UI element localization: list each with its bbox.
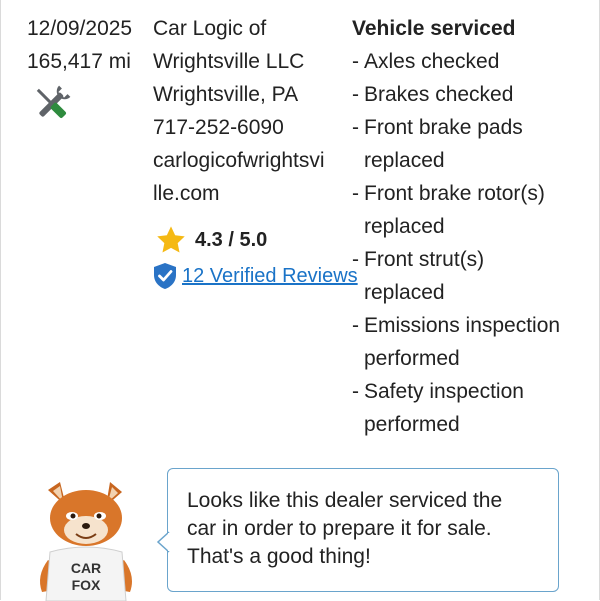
dealer-phone[interactable]: 717-252-6090 (153, 111, 348, 144)
callout-line-3: That's a good thing! (187, 545, 371, 568)
shirt-text-fox: FOX (72, 577, 101, 593)
dealer-website-line-1[interactable]: carlogicofwrightsvi (153, 144, 348, 177)
service-title: Vehicle serviced (352, 17, 516, 40)
service-item: - Emissions inspection performed (352, 314, 561, 370)
service-item: - Axles checked (352, 50, 500, 73)
carfox-mascot: CAR FOX (40, 482, 132, 601)
carfox-callout: Looks like this dealer serviced the car … (156, 468, 559, 592)
shirt-text-car: CAR (71, 560, 101, 576)
service-item: - Front brake pads replaced (352, 116, 523, 172)
verified-reviews[interactable]: 12 Verified Reviews (152, 260, 358, 292)
dealer-website-line-2[interactable]: lle.com (153, 177, 348, 210)
service-date: 12/09/2025 (27, 17, 133, 40)
odometer-reading: 165,417 mi (27, 50, 131, 73)
service-item: - Front strut(s) replaced (352, 248, 485, 304)
service-item: - Front brake rotor(s) replaced (352, 182, 545, 238)
verified-reviews-link[interactable]: 12 Verified Reviews (182, 265, 358, 288)
callout-line-2: car in order to prepare it for sale. (187, 517, 492, 540)
service-item: - Safety inspection performed (352, 380, 524, 436)
dealer-name-line-2: Wrightsville LLC (153, 50, 305, 73)
callout-text: Looks like this dealer serviced the car … (187, 487, 502, 571)
dealer-info-column: Car Logic of Wrightsville LLC Wrightsvil… (153, 12, 348, 210)
star-icon (157, 226, 185, 253)
service-item: - Brakes checked (352, 83, 514, 106)
tools-icon (36, 85, 71, 119)
callout-line-1: Looks like this dealer serviced the (187, 489, 503, 512)
dealer-rating: 4.3 / 5.0 (155, 224, 267, 256)
service-details-column: Vehicle serviced - Axles checked - Brakes … (352, 12, 587, 441)
dealer-name-line-1: Car Logic of (153, 17, 267, 40)
verified-shield-icon (154, 263, 176, 289)
record-date-column: 12/09/2025 165,417 mi (27, 12, 147, 78)
rating-value: 4.3 / 5.0 (195, 228, 268, 251)
callout-tail (156, 531, 172, 553)
dealer-city: Wrightsville, PA (153, 83, 299, 106)
